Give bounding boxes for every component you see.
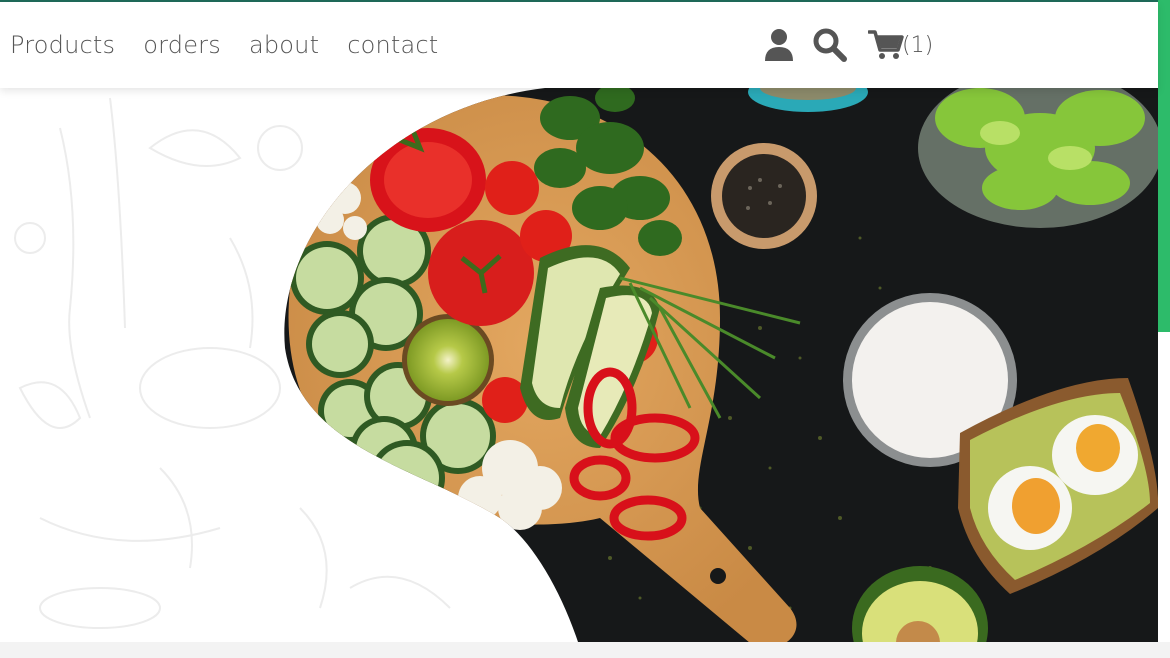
nav-link-about[interactable]: about — [249, 31, 319, 59]
nav-link-contact[interactable]: contact — [347, 31, 438, 59]
search-icon[interactable] — [812, 27, 848, 63]
food-photo — [284, 88, 1158, 642]
nav-link-orders[interactable]: orders — [143, 31, 221, 59]
cart-count: (1) — [902, 32, 934, 58]
side-accent-bar — [1158, 0, 1170, 332]
cart-icon — [868, 29, 904, 61]
hero-image — [14, 88, 1158, 642]
main-nav: Products orders about contact — [10, 2, 438, 88]
hero-banner — [0, 88, 1158, 642]
cart-button[interactable]: (1) — [868, 29, 933, 61]
nav-link-products[interactable]: Products — [10, 31, 115, 59]
user-icon[interactable] — [762, 28, 796, 62]
side-blank — [1158, 332, 1170, 642]
bottom-strip — [0, 642, 1170, 658]
nav-actions: (1) — [762, 2, 933, 88]
navbar: Products orders about contact (1) — [0, 2, 1158, 88]
